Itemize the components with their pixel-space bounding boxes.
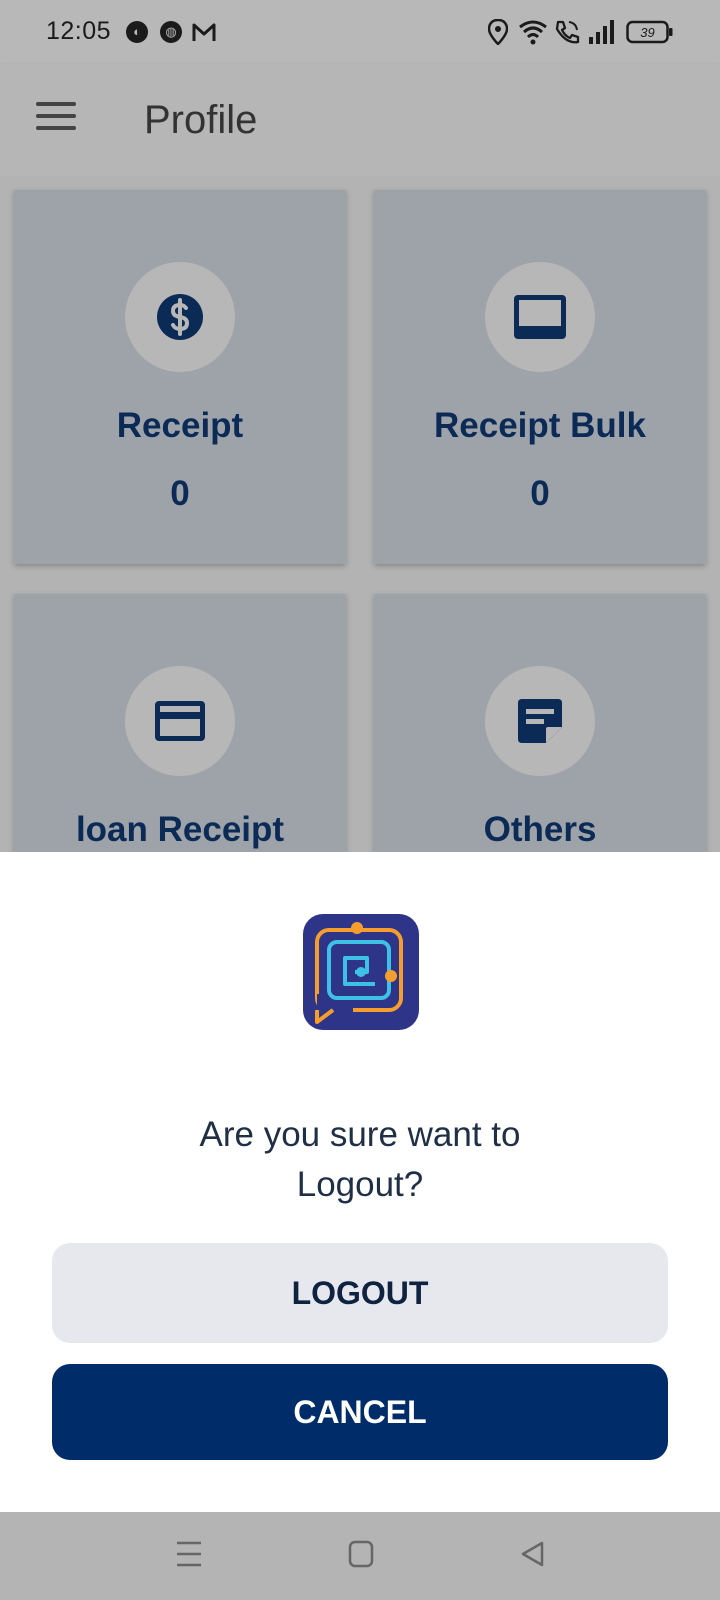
- tile-receipt-bulk[interactable]: Receipt Bulk 0: [374, 190, 706, 564]
- signal-icon: [589, 20, 614, 44]
- gmail-icon: [192, 23, 216, 41]
- tile-count: 0: [530, 474, 550, 513]
- logout-button[interactable]: LOGOUT: [52, 1243, 668, 1343]
- note-icon: [518, 699, 562, 743]
- battery-icon: 39: [626, 20, 673, 44]
- receipt-bulk-icon: [514, 295, 566, 339]
- tile-icon-circle: [485, 262, 595, 372]
- tile-icon-circle: [125, 262, 235, 372]
- tile-label: Receipt: [116, 406, 244, 445]
- page-title: Profile: [144, 98, 258, 142]
- home-icon[interactable]: [348, 1540, 374, 1568]
- question-line: Logout?: [296, 1165, 424, 1204]
- logout-sheet: Are you sure want to Logout? LOGOUT CANC…: [0, 852, 720, 1512]
- dollar-circle-icon: [157, 294, 203, 340]
- tile-icon-circle: [485, 666, 595, 776]
- tile-label: loan Receipt: [75, 810, 285, 849]
- location-icon: [488, 19, 508, 45]
- tile-others[interactable]: Others: [374, 594, 706, 852]
- cancel-button[interactable]: CANCEL: [52, 1364, 668, 1460]
- system-nav-bar: [0, 1512, 720, 1600]
- question-line: Are you sure want to: [199, 1115, 521, 1154]
- status-bar: 12:05 ◐ ◍ 39: [0, 0, 720, 64]
- app-logo: [303, 914, 419, 1030]
- back-icon[interactable]: [520, 1540, 546, 1568]
- tile-receipt[interactable]: Receipt 0: [14, 190, 346, 564]
- battery-level: 39: [640, 25, 654, 40]
- tile-label: Receipt Bulk: [434, 406, 646, 445]
- status-time: 12:05: [46, 17, 112, 45]
- tile-label: Others: [483, 810, 597, 849]
- app-notification-icon: ◍: [160, 21, 182, 43]
- dashboard-grid: Receipt 0 Receipt Bulk 0 loan Receipt Ot…: [0, 176, 720, 852]
- tile-count: 0: [170, 474, 190, 513]
- wifi-icon: [519, 20, 547, 45]
- tile-loan-receipt[interactable]: loan Receipt: [14, 594, 346, 852]
- tile-icon-circle: [125, 666, 235, 776]
- hamburger-menu-icon[interactable]: [36, 102, 76, 134]
- logout-question: Are you sure want to Logout?: [120, 1110, 600, 1210]
- wifi-call-icon: [555, 20, 580, 44]
- recents-icon[interactable]: [176, 1540, 202, 1568]
- app-notification-icon: ◐: [126, 21, 148, 43]
- app-bar: Profile: [0, 64, 720, 176]
- credit-card-icon: [155, 701, 205, 741]
